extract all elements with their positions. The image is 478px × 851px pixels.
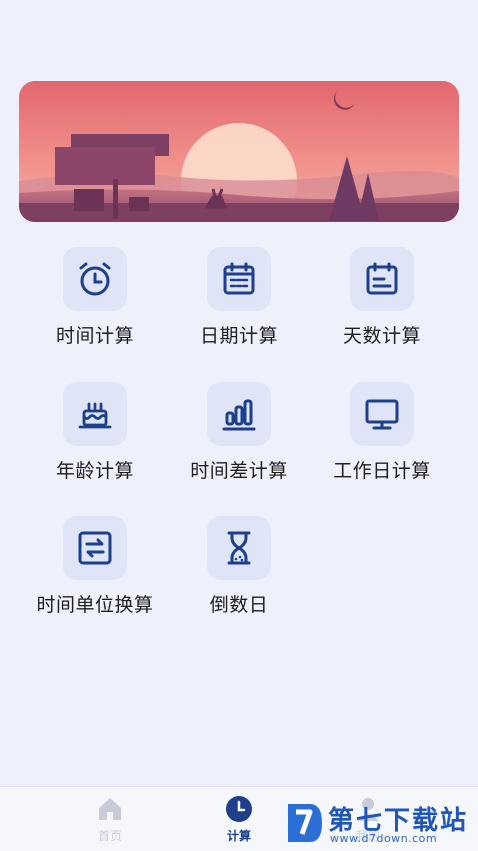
tool-date-calc[interactable]: 日期计算	[164, 247, 314, 357]
swap-arrows-icon	[78, 531, 112, 565]
tool-days-calc[interactable]: 天数计算	[307, 247, 457, 357]
clock-icon	[226, 796, 252, 822]
calendar-icon	[223, 262, 255, 295]
birthday-cake-icon	[78, 402, 112, 429]
tab-calc-label: 计算	[226, 829, 251, 843]
tool-label: 天数计算	[342, 325, 421, 347]
tab-home-label: 首页	[97, 829, 122, 843]
tool-label: 时间计算	[55, 325, 134, 347]
tab-home[interactable]: 首页	[70, 795, 150, 844]
monitor-icon	[365, 399, 399, 430]
tool-label: 时间单位换算	[36, 594, 154, 616]
watermark-url: www.d7down.com	[330, 832, 438, 845]
tool-label: 工作日计算	[333, 460, 431, 482]
tool-timediff-calc[interactable]: 时间差计算	[164, 382, 314, 492]
watermark: 第七下载站 www.d7down.com	[282, 798, 478, 850]
hourglass-icon	[227, 531, 251, 565]
tool-time-calc[interactable]: 时间计算	[20, 247, 170, 357]
tool-label: 年龄计算	[55, 460, 134, 482]
home-icon	[99, 798, 121, 820]
bar-chart-icon	[222, 399, 256, 431]
tool-label: 时间差计算	[190, 460, 288, 482]
tab-calc[interactable]: 计算	[199, 795, 279, 844]
tool-workday-calc[interactable]: 工作日计算	[307, 382, 457, 492]
tool-countdown[interactable]: 倒数日	[164, 516, 314, 626]
tool-label: 日期计算	[199, 325, 278, 347]
alarm-clock-icon	[79, 262, 111, 296]
calendar-lines-icon	[366, 262, 398, 295]
tool-label: 倒数日	[209, 594, 269, 616]
tool-age-calc[interactable]: 年龄计算	[20, 382, 170, 492]
tool-unit-convert[interactable]: 时间单位换算	[20, 516, 170, 626]
watermark-logo-icon	[288, 804, 322, 842]
sunset-banner	[19, 81, 459, 222]
